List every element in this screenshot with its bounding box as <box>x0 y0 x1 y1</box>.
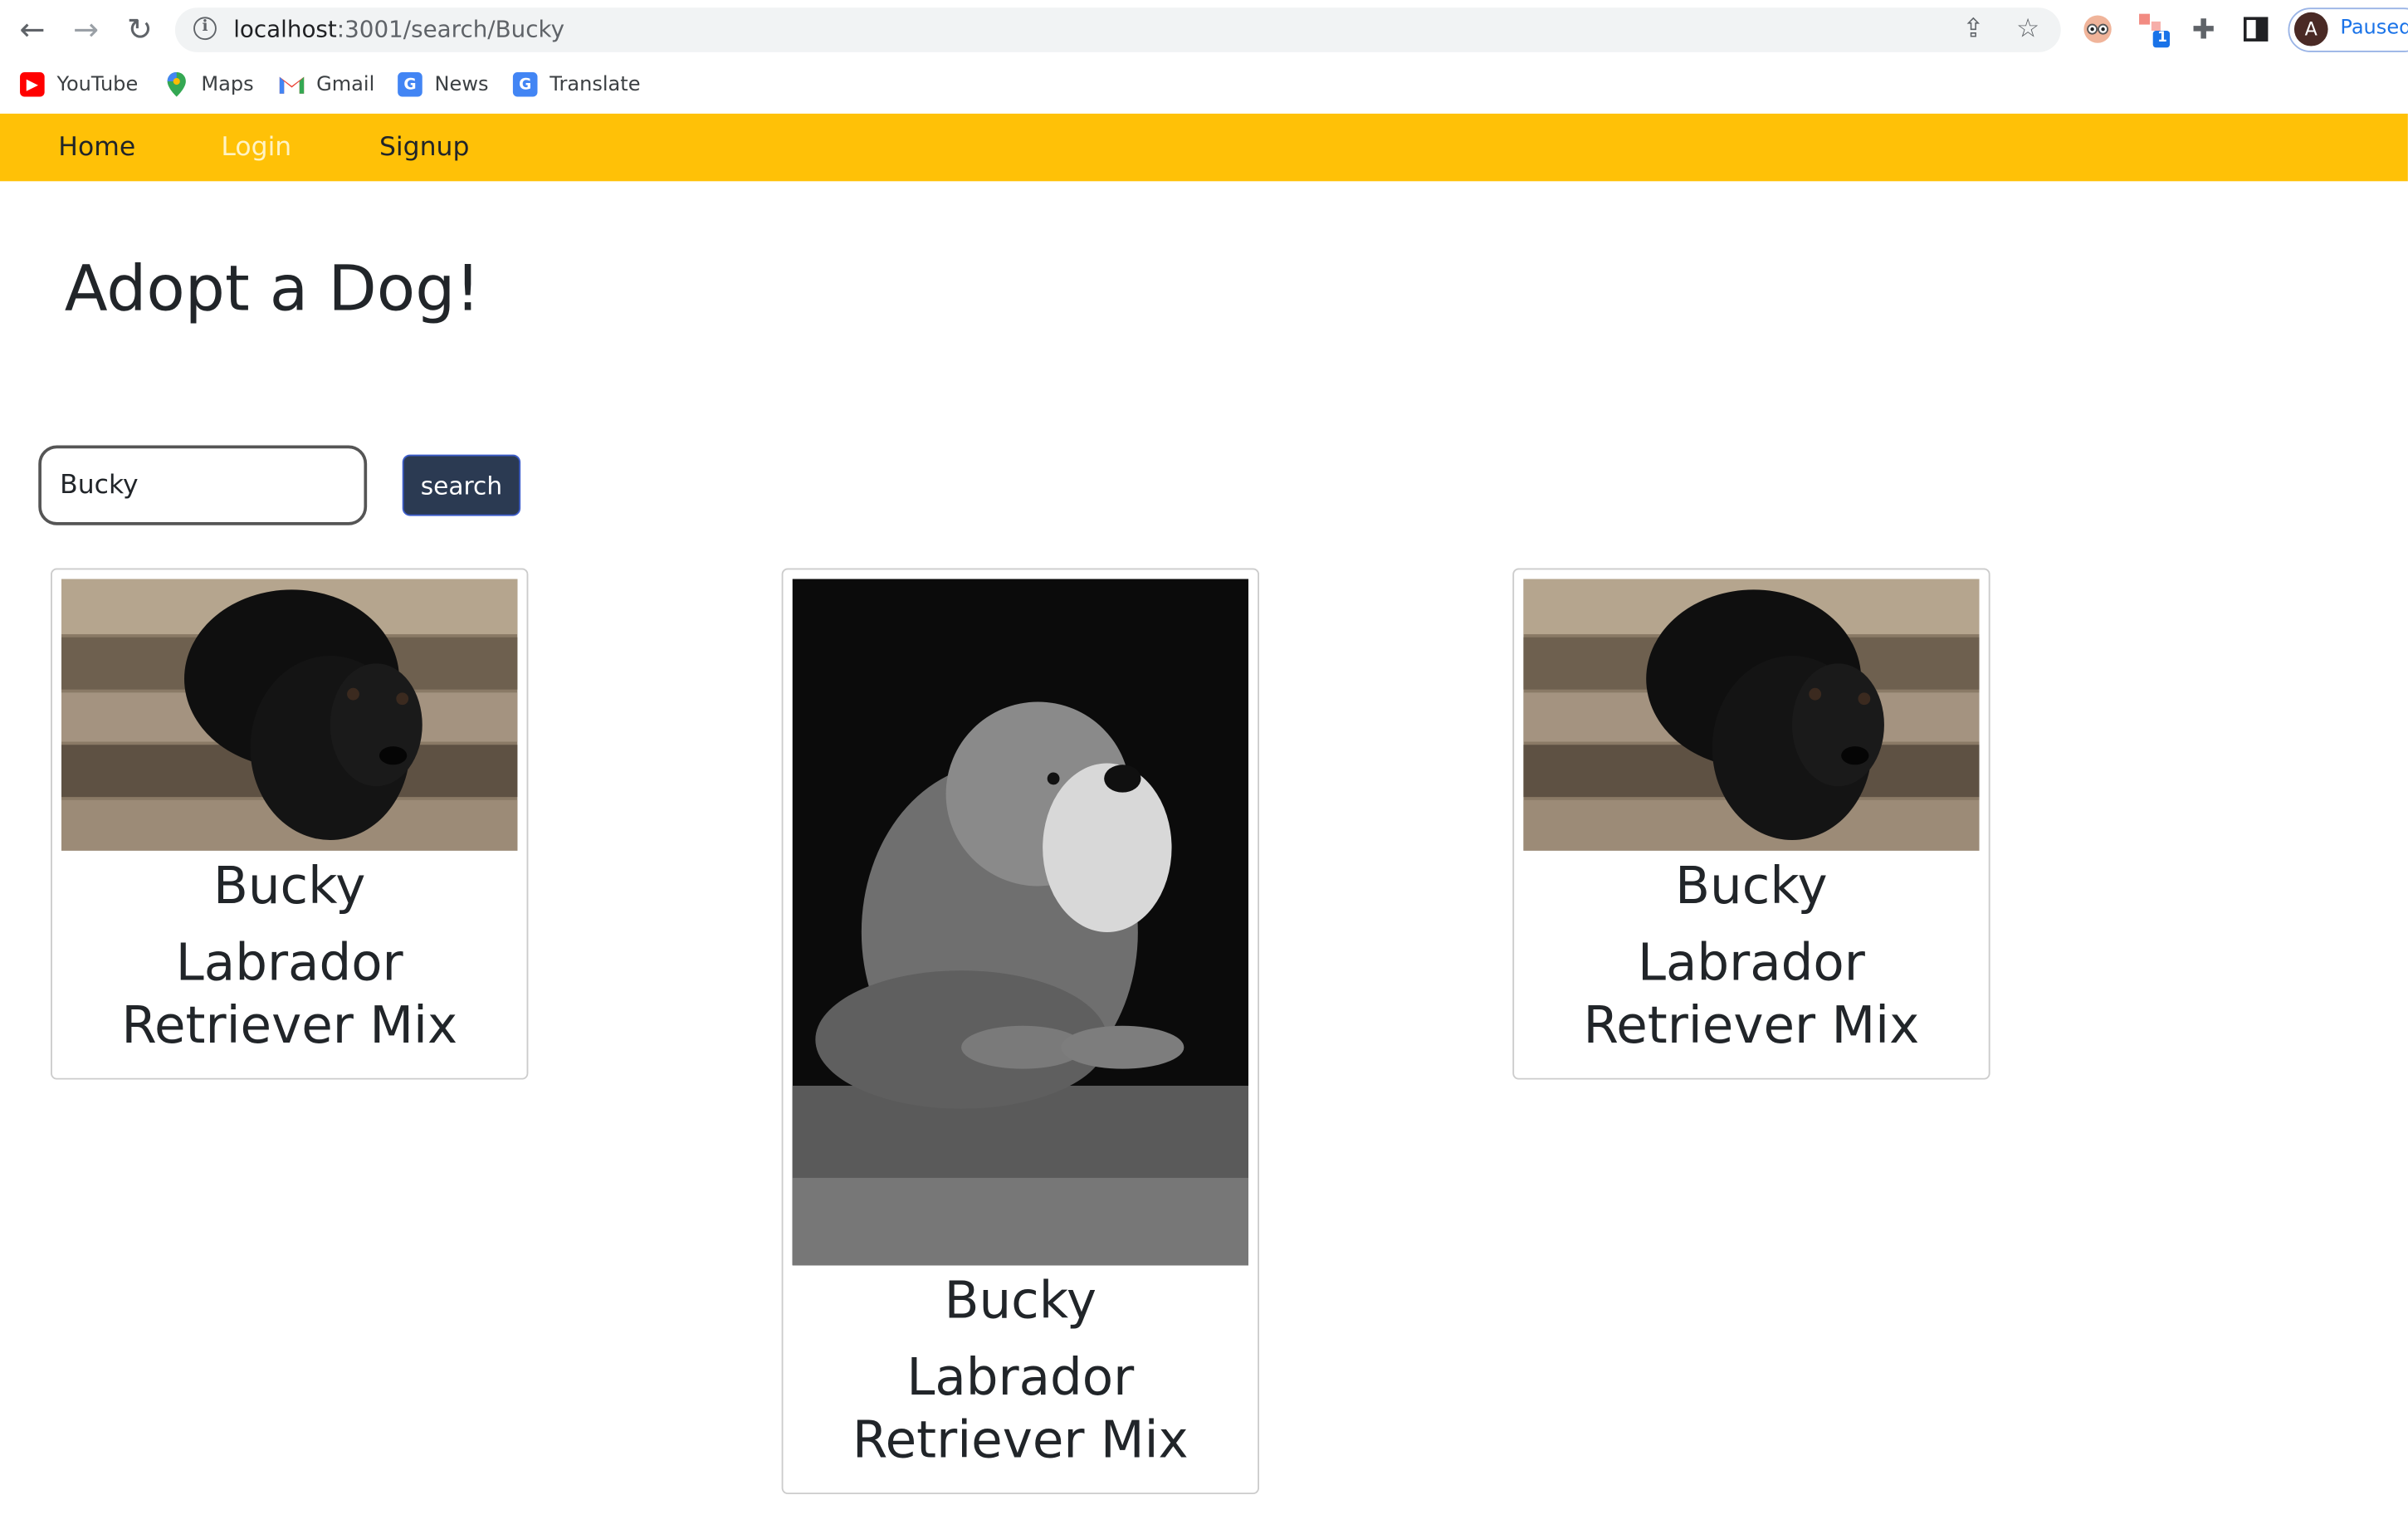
translate-icon: G <box>512 71 538 97</box>
grey-schnauzer-photo <box>792 579 1249 1266</box>
nav-login-link[interactable]: Login <box>221 132 291 163</box>
dog-card[interactable]: Bucky Labrador Retriever Mix <box>51 568 529 1080</box>
bookmark-gmail[interactable]: Gmail <box>279 71 375 98</box>
dog-name: Bucky <box>1675 855 1828 916</box>
search-button[interactable]: search <box>402 454 521 516</box>
url-text[interactable]: localhost:3001/search/Bucky <box>233 16 564 43</box>
bookmark-label: Maps <box>201 72 254 96</box>
dog-card[interactable]: Bucky Labrador Retriever Mix <box>1512 568 1990 1080</box>
url-host: localhost <box>233 15 337 43</box>
bookmark-maps[interactable]: Maps <box>164 71 254 98</box>
bookmark-news[interactable]: G News <box>398 71 489 98</box>
forward-arrow-icon[interactable]: → <box>66 9 106 49</box>
extension-badge-count: 1 <box>2157 31 2167 46</box>
gmail-icon <box>279 72 305 97</box>
reload-icon[interactable]: ↻ <box>120 9 159 49</box>
black-labrador-puppy-photo <box>1523 579 1980 851</box>
black-labrador-puppy-photo <box>61 579 518 851</box>
search-input[interactable] <box>38 445 368 525</box>
dog-breed: Labrador Retriever Mix <box>121 931 458 1055</box>
dog-card[interactable]: Bucky Labrador Retriever Mix <box>781 568 1259 1495</box>
url-path: :3001/search/Bucky <box>336 15 565 43</box>
bookmarks-bar: ▶ YouTube Maps Gmail G News G Translate <box>0 58 2408 113</box>
dog-breed: Labrador Retriever Mix <box>852 1346 1189 1470</box>
bookmark-youtube[interactable]: ▶ YouTube <box>20 71 138 98</box>
site-info-icon[interactable]: i <box>193 17 217 41</box>
bookmark-label: News <box>434 72 489 96</box>
dog-breed: Labrador Retriever Mix <box>1583 931 1920 1055</box>
bookmark-star-icon[interactable]: ☆ <box>2016 14 2039 45</box>
browser-toolbar: ← → ↻ i localhost:3001/search/Bucky ⇪ ☆ … <box>0 0 2408 59</box>
news-icon: G <box>398 71 422 97</box>
profile-button[interactable]: A Paused <box>2288 7 2408 52</box>
extension-badge-icon[interactable]: 1 <box>2137 12 2171 48</box>
bookmark-translate[interactable]: G Translate <box>512 71 641 98</box>
nav-home-link[interactable]: Home <box>58 132 135 163</box>
avatar: A <box>2293 12 2328 46</box>
bookmark-label: YouTube <box>56 72 139 96</box>
extension-eyes-icon[interactable] <box>2081 12 2115 46</box>
dog-name: Bucky <box>944 1269 1097 1331</box>
side-panel-icon[interactable] <box>2239 12 2273 46</box>
youtube-icon: ▶ <box>20 71 45 97</box>
maps-icon <box>164 71 189 97</box>
share-icon[interactable]: ⇪ <box>1962 14 1984 45</box>
nav-signup-link[interactable]: Signup <box>379 132 470 163</box>
address-bar[interactable]: i localhost:3001/search/Bucky ⇪ ☆ <box>174 7 2061 52</box>
dog-name: Bucky <box>212 855 366 916</box>
bookmark-label: Gmail <box>316 72 375 96</box>
app-navbar: Home Login Signup <box>0 113 2408 182</box>
extensions-puzzle-icon[interactable]: ✚ <box>2186 12 2220 46</box>
bookmark-label: Translate <box>549 72 641 96</box>
back-arrow-icon[interactable]: ← <box>12 9 52 49</box>
profile-status: Paused <box>2340 17 2408 41</box>
page-title: Adopt a Dog! <box>64 252 481 326</box>
